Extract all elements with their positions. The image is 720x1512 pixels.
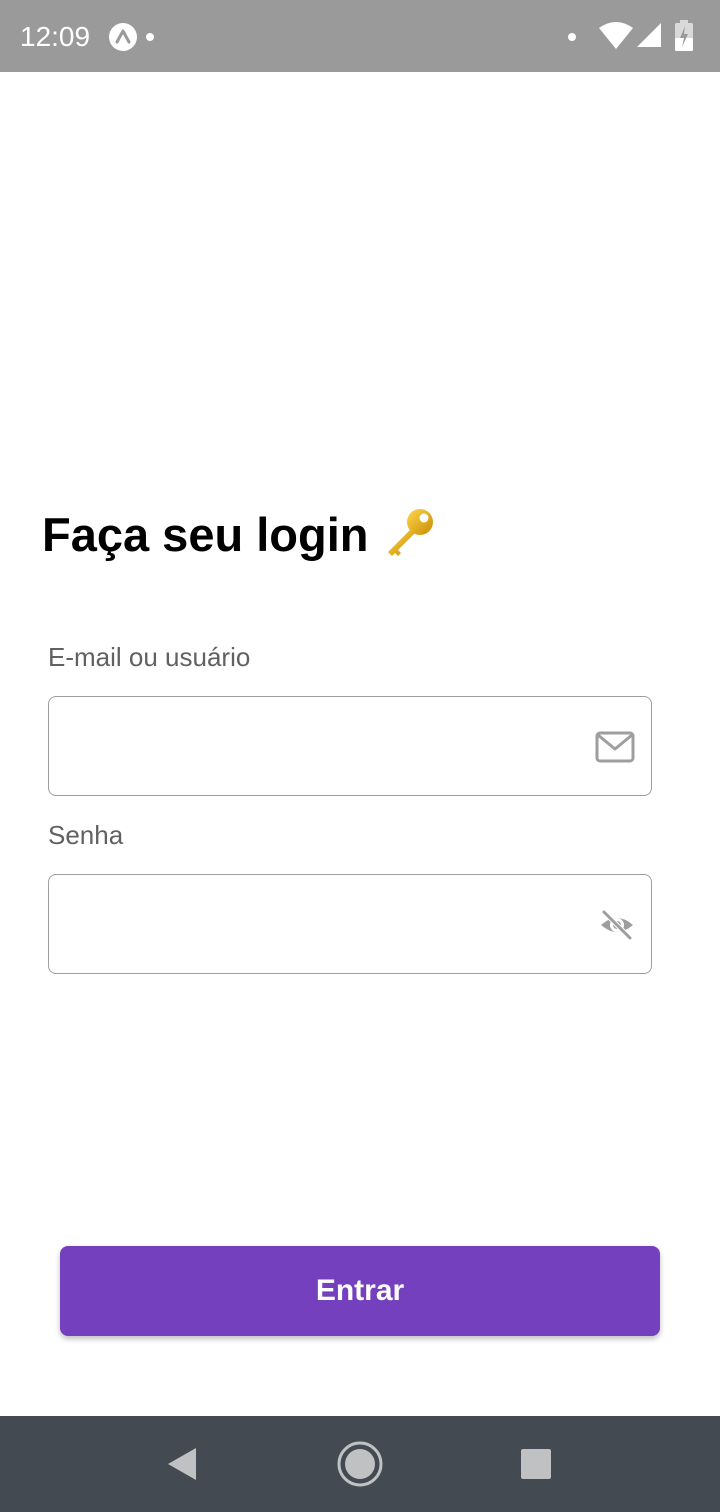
status-bar: 12:09	[0, 0, 720, 72]
signal-icon	[637, 23, 661, 47]
status-dot	[568, 33, 576, 41]
page-title: Faça seu login	[42, 504, 436, 564]
notification-dot	[146, 33, 154, 41]
back-icon[interactable]	[164, 1446, 200, 1482]
email-field[interactable]	[48, 696, 652, 796]
eye-off-icon[interactable]	[599, 907, 635, 943]
password-field[interactable]	[48, 874, 652, 974]
login-button[interactable]: Entrar	[60, 1246, 660, 1336]
page-title-text: Faça seu login	[42, 507, 369, 561]
mail-icon	[595, 731, 635, 763]
email-label: E-mail ou usuário	[48, 642, 251, 672]
login-screen: Faça seu login E-mail ou usuário Senha E…	[0, 72, 720, 1416]
expo-icon	[109, 23, 137, 51]
battery-icon	[675, 20, 693, 51]
password-label: Senha	[48, 820, 124, 850]
wifi-icon	[599, 22, 633, 49]
navigation-bar	[0, 1416, 720, 1512]
password-input[interactable]	[65, 875, 585, 973]
recents-icon[interactable]	[520, 1448, 552, 1480]
email-input[interactable]	[65, 697, 585, 795]
status-time: 12:09	[20, 21, 91, 52]
home-icon[interactable]	[336, 1440, 384, 1488]
key-icon	[388, 509, 434, 556]
